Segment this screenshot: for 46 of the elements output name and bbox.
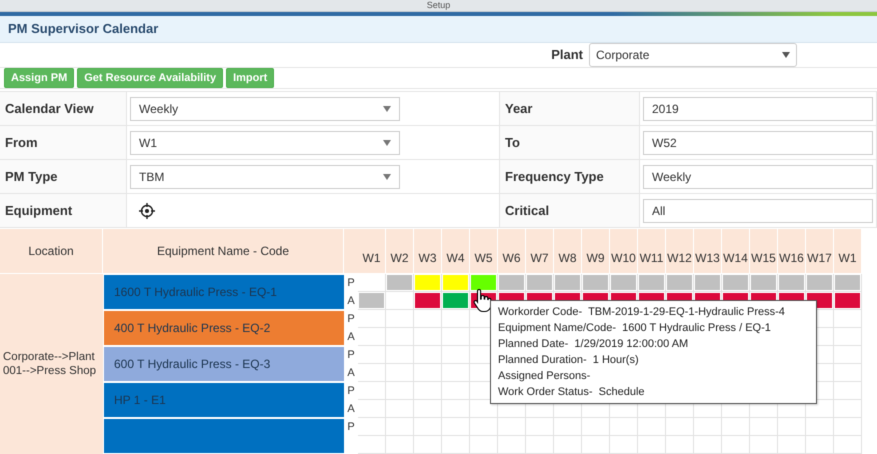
column-header: Equipment Name - Code xyxy=(103,229,344,274)
filter-label: PM Type xyxy=(0,160,127,194)
week-header: W17 xyxy=(806,229,834,274)
filter-label: From xyxy=(0,126,127,160)
week-header: W2 xyxy=(386,229,414,274)
row-type-label: A xyxy=(346,366,356,381)
row-type-label: P xyxy=(346,276,356,291)
plant-label: Plant xyxy=(551,46,583,64)
row-type-label: P xyxy=(346,384,356,399)
row-type-label: A xyxy=(346,330,356,345)
filter-label: Frequency Type xyxy=(500,160,640,194)
week-header: W3 xyxy=(414,229,442,274)
week-header: W7 xyxy=(526,229,554,274)
week-header: W8 xyxy=(554,229,582,274)
row-type-label: P xyxy=(346,312,356,327)
tooltip-line: Equipment Name/Code- 1600 T Hydraulic Press / EQ-1 xyxy=(498,321,772,336)
week-header: W11 xyxy=(638,229,666,274)
tooltip-line: Assigned Persons- xyxy=(498,369,592,384)
row-type-label: A xyxy=(346,402,356,417)
tooltip-line: Planned Duration- 1 Hour(s) xyxy=(498,353,640,368)
row-type-label: P xyxy=(346,348,356,363)
week-header: W12 xyxy=(666,229,694,274)
week-header: W10 xyxy=(610,229,638,274)
row-type-label: P xyxy=(346,420,356,435)
page-title: PM Supervisor Calendar xyxy=(8,20,158,38)
week-header: W6 xyxy=(498,229,526,274)
tooltip-line: Planned Date- 1/29/2019 12:00:00 AM xyxy=(498,337,690,352)
column-header: Location xyxy=(0,229,103,274)
week-header: W9 xyxy=(582,229,610,274)
week-header: W1 xyxy=(358,229,386,274)
week-header: W16 xyxy=(778,229,806,274)
filter-label: Critical xyxy=(500,194,640,228)
row-type-label: A xyxy=(346,294,356,309)
week-header: W1 xyxy=(834,229,862,274)
tooltip-line: Workorder Code- TBM-2019-1-29-EQ-1-Hydraulic Press-4 xyxy=(498,305,786,320)
week-header: W15 xyxy=(750,229,778,274)
week-header: W14 xyxy=(722,229,750,274)
location-cell: Corporate-->Plant 001-->Press Shop xyxy=(0,274,103,454)
week-header: W13 xyxy=(694,229,722,274)
filter-label: Calendar View xyxy=(0,92,127,126)
filter-label: Equipment xyxy=(0,194,127,228)
filter-label: Year xyxy=(500,92,640,126)
week-header: W4 xyxy=(442,229,470,274)
filter-label: To xyxy=(500,126,640,160)
tooltip-line: Work Order Status- Schedule xyxy=(498,385,646,400)
week-header: W5 xyxy=(470,229,498,274)
